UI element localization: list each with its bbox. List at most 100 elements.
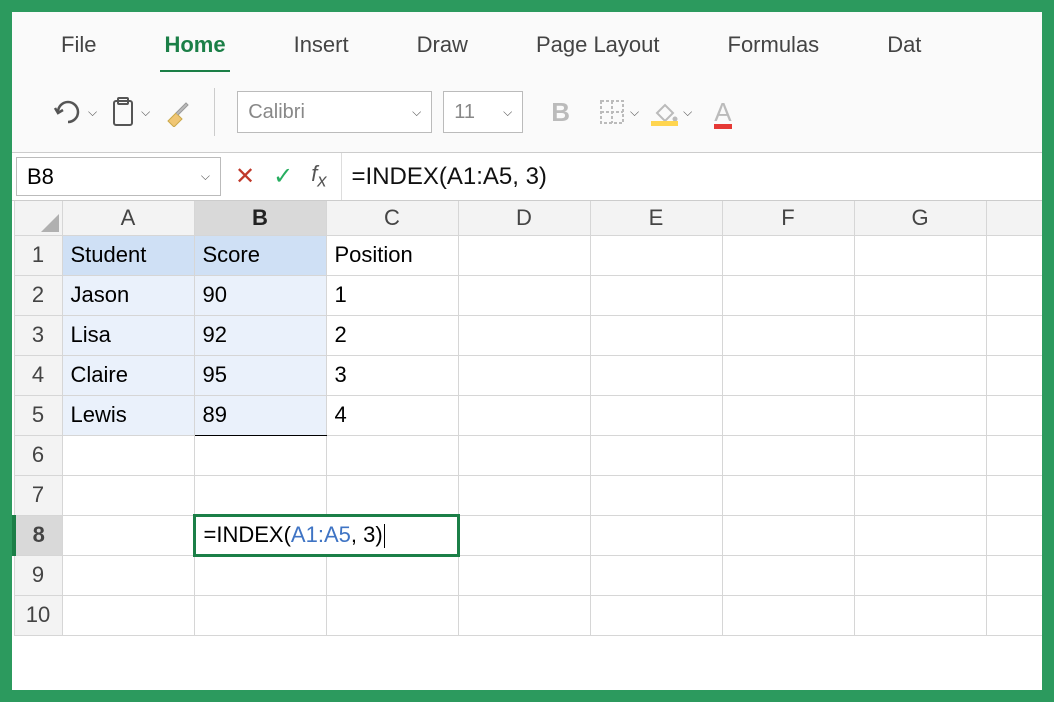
cell-A2[interactable]: Jason xyxy=(62,275,194,315)
cell-E7[interactable] xyxy=(590,475,722,515)
cell-C9[interactable] xyxy=(326,555,458,595)
bold-button[interactable]: B xyxy=(551,97,570,128)
cell-G8[interactable] xyxy=(854,515,986,555)
cell-F1[interactable] xyxy=(722,235,854,275)
font-color-button[interactable]: A xyxy=(714,97,731,128)
cell-B7[interactable] xyxy=(194,475,326,515)
cell-B4[interactable]: 95 xyxy=(194,355,326,395)
cell-D6[interactable] xyxy=(458,435,590,475)
cell-C3[interactable]: 2 xyxy=(326,315,458,355)
cell-C2[interactable]: 1 xyxy=(326,275,458,315)
tab-insert[interactable]: Insert xyxy=(290,26,353,70)
row-header-9[interactable]: 9 xyxy=(14,555,62,595)
cell-G5[interactable] xyxy=(854,395,986,435)
fx-icon[interactable]: fx xyxy=(311,161,326,191)
cell-H8[interactable] xyxy=(986,515,1042,555)
cell-E9[interactable] xyxy=(590,555,722,595)
col-header-B[interactable]: B xyxy=(194,201,326,235)
undo-button[interactable]: ⌵ xyxy=(52,98,97,126)
cell-E5[interactable] xyxy=(590,395,722,435)
cell-H10[interactable] xyxy=(986,595,1042,635)
cell-B9[interactable] xyxy=(194,555,326,595)
cell-B1[interactable]: Score xyxy=(194,235,326,275)
row-header-6[interactable]: 6 xyxy=(14,435,62,475)
cell-C5[interactable]: 4 xyxy=(326,395,458,435)
row-header-4[interactable]: 4 xyxy=(14,355,62,395)
cell-H6[interactable] xyxy=(986,435,1042,475)
name-box[interactable]: B8 ⌵ xyxy=(16,157,221,196)
cell-B5[interactable]: 89 xyxy=(194,395,326,435)
borders-button[interactable]: ⌵ xyxy=(598,98,639,126)
cell-E1[interactable] xyxy=(590,235,722,275)
cell-E6[interactable] xyxy=(590,435,722,475)
cell-G1[interactable] xyxy=(854,235,986,275)
col-header-D[interactable]: D xyxy=(458,201,590,235)
cell-F6[interactable] xyxy=(722,435,854,475)
tab-draw[interactable]: Draw xyxy=(413,26,472,70)
row-header-7[interactable]: 7 xyxy=(14,475,62,515)
row-header-2[interactable]: 2 xyxy=(14,275,62,315)
cell-B2[interactable]: 90 xyxy=(194,275,326,315)
cell-E10[interactable] xyxy=(590,595,722,635)
cell-C7[interactable] xyxy=(326,475,458,515)
tab-formulas[interactable]: Formulas xyxy=(724,26,824,70)
font-size-select[interactable]: 11 ⌵ xyxy=(443,91,523,133)
cell-C10[interactable] xyxy=(326,595,458,635)
cell-A3[interactable]: Lisa xyxy=(62,315,194,355)
cell-H2[interactable] xyxy=(986,275,1042,315)
formula-bar-input[interactable]: =INDEX(A1:A5, 3) xyxy=(342,153,1042,200)
cell-D2[interactable] xyxy=(458,275,590,315)
cell-B3[interactable]: 92 xyxy=(194,315,326,355)
cell-F2[interactable] xyxy=(722,275,854,315)
cell-D1[interactable] xyxy=(458,235,590,275)
cell-B8-editing[interactable]: =INDEX(A1:A5, 3) xyxy=(194,515,458,555)
col-header-C[interactable]: C xyxy=(326,201,458,235)
cell-D5[interactable] xyxy=(458,395,590,435)
cancel-button[interactable]: ✕ xyxy=(235,162,255,191)
tab-page-layout[interactable]: Page Layout xyxy=(532,26,664,70)
cell-E8[interactable] xyxy=(590,515,722,555)
cell-A1[interactable]: Student xyxy=(62,235,194,275)
row-header-8[interactable]: 8 xyxy=(14,515,62,555)
cell-D3[interactable] xyxy=(458,315,590,355)
cell-B6[interactable] xyxy=(194,435,326,475)
cell-A9[interactable] xyxy=(62,555,194,595)
select-all-corner[interactable] xyxy=(14,201,62,235)
cell-B10[interactable] xyxy=(194,595,326,635)
font-name-select[interactable]: Calibri ⌵ xyxy=(237,91,432,133)
row-header-3[interactable]: 3 xyxy=(14,315,62,355)
cell-F10[interactable] xyxy=(722,595,854,635)
cell-H4[interactable] xyxy=(986,355,1042,395)
tab-file[interactable]: File xyxy=(57,26,100,70)
cell-C1[interactable]: Position xyxy=(326,235,458,275)
cell-H3[interactable] xyxy=(986,315,1042,355)
cell-A6[interactable] xyxy=(62,435,194,475)
cell-F8[interactable] xyxy=(722,515,854,555)
cell-A5[interactable]: Lewis xyxy=(62,395,194,435)
col-header-E[interactable]: E xyxy=(590,201,722,235)
cell-G2[interactable] xyxy=(854,275,986,315)
cell-A4[interactable]: Claire xyxy=(62,355,194,395)
cell-G10[interactable] xyxy=(854,595,986,635)
cell-F5[interactable] xyxy=(722,395,854,435)
cell-A8[interactable] xyxy=(62,515,194,555)
cell-G4[interactable] xyxy=(854,355,986,395)
cell-H7[interactable] xyxy=(986,475,1042,515)
cell-F4[interactable] xyxy=(722,355,854,395)
paste-button[interactable]: ⌵ xyxy=(109,96,150,128)
cell-G9[interactable] xyxy=(854,555,986,595)
cell-E4[interactable] xyxy=(590,355,722,395)
cell-G7[interactable] xyxy=(854,475,986,515)
cell-C4[interactable]: 3 xyxy=(326,355,458,395)
col-header-A[interactable]: A xyxy=(62,201,194,235)
row-header-10[interactable]: 10 xyxy=(14,595,62,635)
cell-E2[interactable] xyxy=(590,275,722,315)
cell-F9[interactable] xyxy=(722,555,854,595)
col-header-F[interactable]: F xyxy=(722,201,854,235)
cell-G3[interactable] xyxy=(854,315,986,355)
cell-H9[interactable] xyxy=(986,555,1042,595)
col-header-G[interactable]: G xyxy=(854,201,986,235)
cell-D8[interactable] xyxy=(458,515,590,555)
spreadsheet-grid[interactable]: A B C D E F G H 1 Student Score Position xyxy=(12,200,1042,690)
cell-D4[interactable] xyxy=(458,355,590,395)
